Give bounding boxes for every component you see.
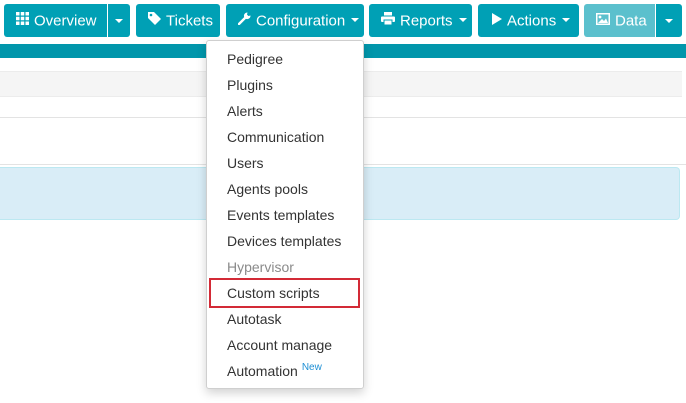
tickets-button[interactable]: Tickets [136, 4, 220, 37]
caret-down-icon [115, 18, 123, 23]
overview-button[interactable]: Overview [4, 4, 107, 37]
actions-button[interactable]: Actions [478, 4, 579, 37]
menu-item-agents-pools[interactable]: Agents pools [207, 176, 363, 202]
top-navbar: Overview Tickets Configuration Reports A… [0, 0, 686, 44]
menu-item-label: Users [227, 155, 264, 171]
caret-down-icon [458, 18, 467, 23]
menu-item-label: Account manage [227, 337, 333, 353]
play-icon [492, 4, 502, 37]
reports-label: Reports [400, 12, 453, 30]
menu-item-autotask[interactable]: Autotask [207, 306, 363, 332]
menu-item-label: Pedigree [227, 51, 284, 67]
menu-item-label: Events templates [227, 207, 335, 223]
reports-button[interactable]: Reports [369, 4, 472, 37]
configuration-button[interactable]: Configuration [226, 4, 364, 37]
menu-item-label: Communication [227, 129, 325, 145]
menu-item-label: Plugins [227, 77, 273, 93]
data-label: Data [615, 12, 647, 30]
menu-item-label: Alerts [227, 103, 263, 119]
menu-item-label: Autotask [227, 311, 282, 327]
app-window: Overview Tickets Configuration Reports A… [0, 0, 686, 403]
menu-item-account-manage[interactable]: Account manage [207, 332, 363, 358]
configuration-dropdown-menu: Pedigree Plugins Alerts Communication Us… [206, 40, 364, 389]
menu-item-users[interactable]: Users [207, 150, 363, 176]
caret-down-icon [351, 18, 360, 23]
menu-item-pedigree[interactable]: Pedigree [207, 46, 363, 72]
configuration-label: Configuration [256, 12, 346, 30]
menu-item-communication[interactable]: Communication [207, 124, 363, 150]
image-icon [596, 4, 610, 37]
caret-down-icon [665, 18, 673, 23]
menu-item-hypervisor: Hypervisor [207, 254, 363, 280]
menu-item-alerts[interactable]: Alerts [207, 98, 363, 124]
grid-icon [16, 4, 29, 37]
caret-down-icon [562, 18, 571, 23]
menu-item-devices-templates[interactable]: Devices templates [207, 228, 363, 254]
overview-dropdown-toggle[interactable] [108, 4, 130, 37]
printer-icon [381, 4, 395, 37]
menu-item-label: Custom scripts [227, 285, 320, 301]
menu-item-automation[interactable]: Automation New [207, 358, 363, 384]
data-dropdown-toggle[interactable] [656, 4, 682, 37]
menu-item-events-templates[interactable]: Events templates [207, 202, 363, 228]
wrench-icon [237, 4, 251, 37]
menu-item-custom-scripts[interactable]: Custom scripts [207, 280, 363, 306]
actions-label: Actions [507, 12, 557, 30]
tag-icon [148, 4, 161, 37]
data-button[interactable]: Data [584, 4, 655, 37]
menu-item-label: Hypervisor [227, 259, 294, 275]
menu-item-label: Devices templates [227, 233, 342, 249]
new-badge: New [301, 362, 322, 373]
menu-item-plugins[interactable]: Plugins [207, 72, 363, 98]
tickets-label: Tickets [166, 12, 213, 30]
menu-item-label: Automation [227, 363, 298, 379]
overview-label: Overview [34, 12, 97, 30]
menu-item-label: Agents pools [227, 181, 308, 197]
